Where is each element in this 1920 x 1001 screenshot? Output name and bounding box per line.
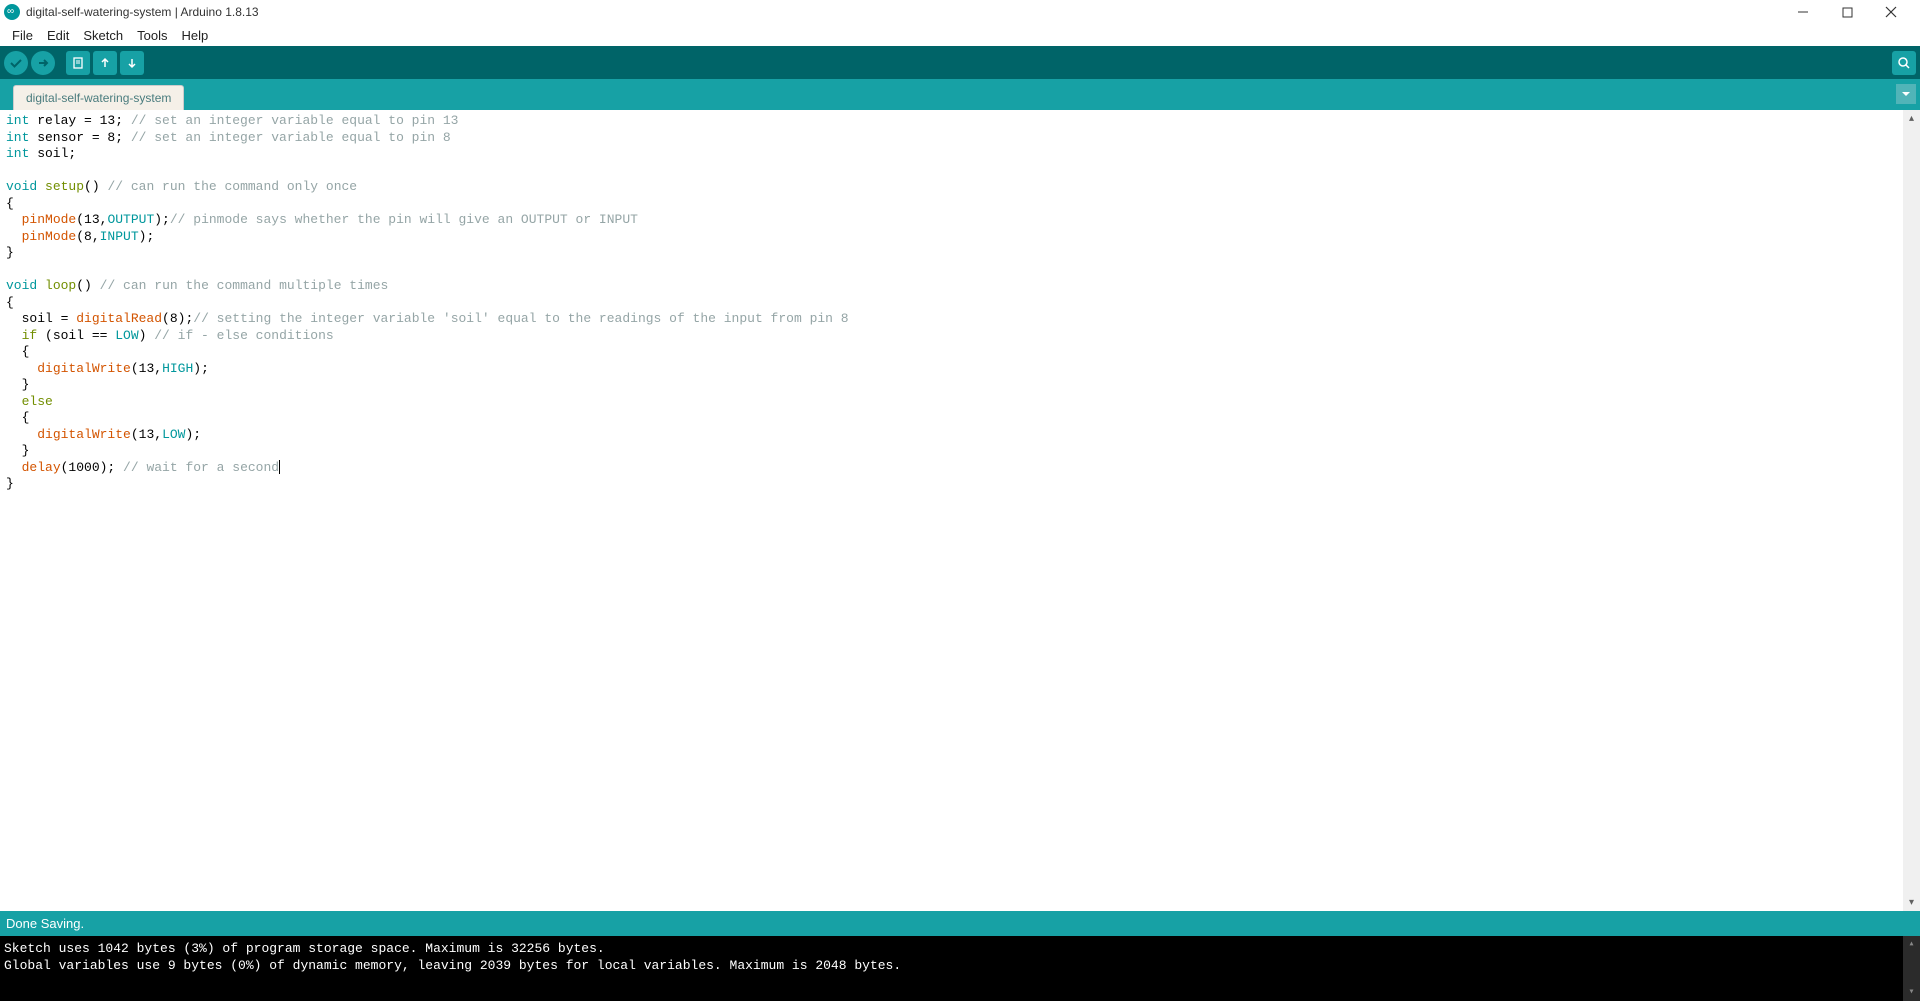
- code-editor[interactable]: int relay = 13; // set an integer variab…: [0, 110, 1920, 911]
- menu-bar: File Edit Sketch Tools Help: [0, 24, 1920, 46]
- tab-menu-button[interactable]: [1896, 84, 1916, 104]
- console-scrollbar[interactable]: ▴ ▾: [1903, 936, 1920, 1001]
- sketch-tab[interactable]: digital-self-watering-system: [13, 85, 184, 110]
- tab-bar: digital-self-watering-system: [0, 79, 1920, 110]
- minimize-button[interactable]: [1796, 5, 1810, 19]
- menu-help[interactable]: Help: [175, 26, 214, 45]
- code-content[interactable]: int relay = 13; // set an integer variab…: [0, 110, 1920, 496]
- console-line: Sketch uses 1042 bytes (3%) of program s…: [4, 940, 1916, 957]
- menu-tools[interactable]: Tools: [131, 26, 173, 45]
- menu-file[interactable]: File: [6, 26, 39, 45]
- save-sketch-button[interactable]: [120, 51, 144, 75]
- window-controls: [1796, 5, 1916, 19]
- scroll-up-icon[interactable]: ▴: [1903, 936, 1920, 953]
- toolbar: [0, 46, 1920, 79]
- maximize-button[interactable]: [1840, 5, 1854, 19]
- new-sketch-button[interactable]: [66, 51, 90, 75]
- status-bar: Done Saving.: [0, 911, 1920, 936]
- serial-monitor-button[interactable]: [1892, 51, 1916, 75]
- title-bar: digital-self-watering-system | Arduino 1…: [0, 0, 1920, 24]
- menu-edit[interactable]: Edit: [41, 26, 75, 45]
- scroll-down-icon[interactable]: ▾: [1903, 894, 1920, 911]
- text-cursor: [279, 460, 280, 474]
- menu-sketch[interactable]: Sketch: [77, 26, 129, 45]
- scroll-down-icon[interactable]: ▾: [1903, 984, 1920, 1001]
- upload-button[interactable]: [31, 51, 55, 75]
- console-output: Sketch uses 1042 bytes (3%) of program s…: [0, 936, 1920, 1001]
- editor-scrollbar[interactable]: ▴ ▾: [1903, 110, 1920, 911]
- close-button[interactable]: [1884, 5, 1898, 19]
- verify-button[interactable]: [4, 51, 28, 75]
- open-sketch-button[interactable]: [93, 51, 117, 75]
- app-icon: [4, 4, 20, 20]
- scroll-up-icon[interactable]: ▴: [1903, 110, 1920, 127]
- status-message: Done Saving.: [6, 916, 84, 931]
- window-title: digital-self-watering-system | Arduino 1…: [26, 5, 259, 19]
- console-line: Global variables use 9 bytes (0%) of dyn…: [4, 957, 1916, 974]
